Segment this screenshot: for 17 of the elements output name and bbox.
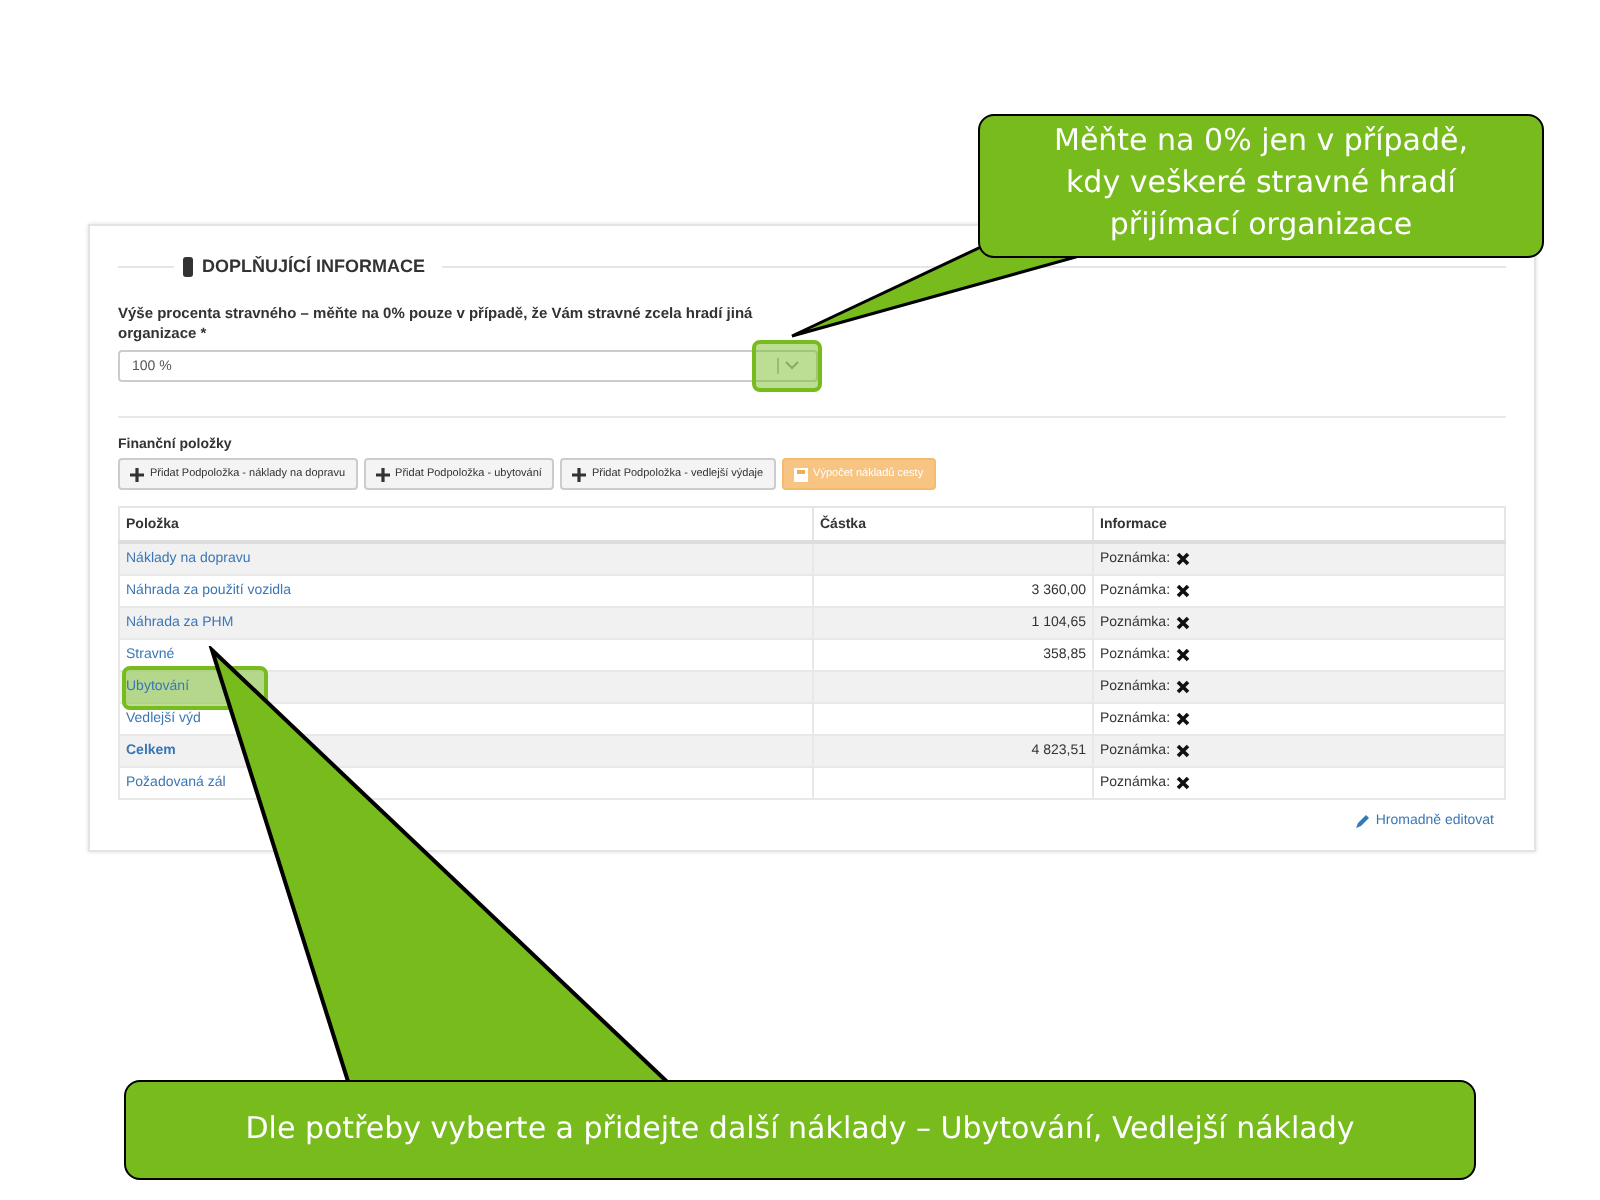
close-icon[interactable]	[1176, 583, 1191, 598]
plus-icon	[130, 467, 144, 481]
plus-icon	[375, 467, 390, 481]
close-icon[interactable]	[1176, 775, 1191, 790]
close-icon[interactable]	[1176, 551, 1191, 566]
close-icon[interactable]	[1176, 743, 1191, 758]
pencil-icon	[1355, 814, 1370, 828]
close-icon[interactable]	[1176, 711, 1191, 726]
section-title: DOPLŇUJÍCÍ INFORMACE	[202, 256, 426, 276]
phone-icon	[182, 255, 194, 277]
save-icon	[793, 467, 808, 481]
close-icon[interactable]	[1176, 679, 1191, 694]
chevron-down-icon	[776, 358, 804, 374]
close-icon[interactable]	[1176, 647, 1191, 662]
plus-icon	[571, 467, 586, 481]
close-icon[interactable]	[1176, 615, 1191, 630]
callout: Dle potřeby vyberte a přidejte další náklady – Ubytování, Vedlejší náklady	[124, 1080, 1476, 1180]
